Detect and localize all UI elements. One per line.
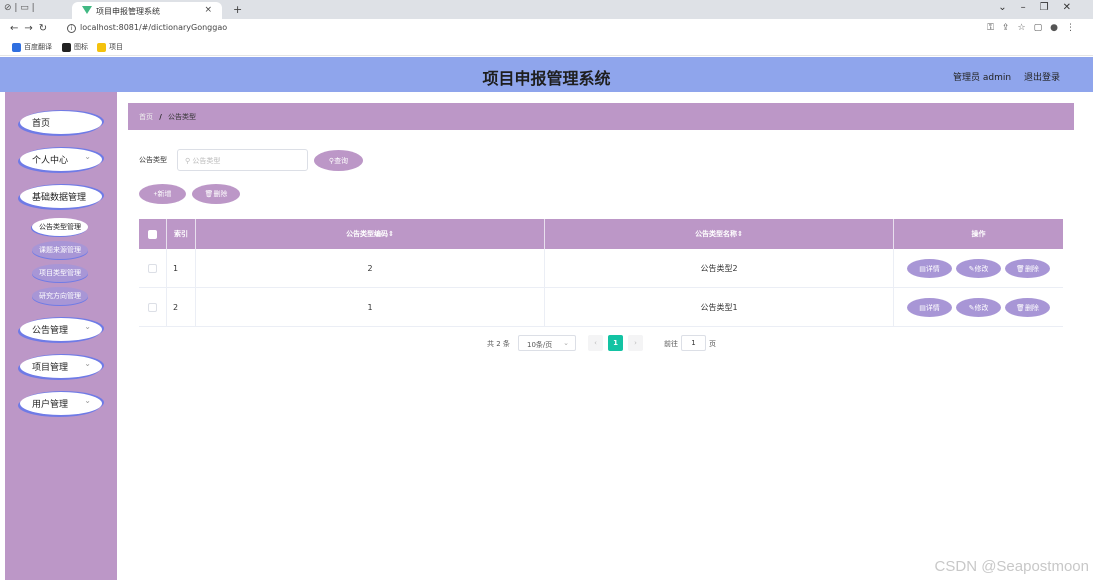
search-button[interactable]: ⚲ 查询	[314, 150, 363, 171]
sidebar-subitem-notice-type[interactable]: 公告类型管理	[32, 218, 88, 236]
row-select-cell	[139, 288, 167, 327]
row-checkbox[interactable]	[148, 303, 157, 312]
page-number-current[interactable]: 1	[608, 335, 623, 351]
next-page-button[interactable]: ›	[628, 335, 643, 351]
address-bar: ←→↻ i localhost:8081/#/dictionaryGonggao …	[0, 19, 1093, 39]
sidebar-item-home[interactable]: 首页	[20, 111, 102, 134]
sidebar-item-user[interactable]: 用户管理 ⌄	[20, 392, 102, 415]
app-title: 项目申报管理系统	[482, 69, 611, 88]
table-header: 索引 公告类型编码 ⇕ 公告类型名称 ⇕ 操作	[139, 219, 1063, 249]
window-controls[interactable]: ⌄–❐✕	[998, 2, 1085, 13]
watermark: CSDN @Seapostmoon	[934, 558, 1089, 575]
pagination: 共 2 条 10条/页 ⌄ ‹ 1 › 前往 1 页	[0, 335, 1093, 351]
bookmark-baidu-translate[interactable]: 百度翻译	[12, 42, 52, 52]
bookmark-folder-project[interactable]: 项目	[97, 42, 123, 52]
prev-page-button[interactable]: ‹	[588, 335, 603, 351]
table-row: 2 1 公告类型1 ▤ 详情 ✎ 修改 🗑 删除	[139, 288, 1063, 327]
select-all-cell	[139, 219, 167, 249]
detail-icon: ▤	[919, 265, 926, 273]
ops-cell: ▤ 详情 ✎ 修改 🗑 删除	[894, 288, 1063, 327]
batch-delete-button[interactable]: 🗑 删除	[192, 184, 240, 204]
code-cell: 2	[196, 249, 545, 288]
detail-button[interactable]: ▤ 详情	[907, 298, 952, 317]
goto-page-input[interactable]: 1	[681, 335, 706, 351]
site-info-icon[interactable]: i	[67, 24, 76, 33]
search-input[interactable]: ⚲ 公告类型	[177, 149, 308, 171]
column-header-name[interactable]: 公告类型名称 ⇕	[545, 219, 894, 249]
row-checkbox[interactable]	[148, 264, 157, 273]
column-header-code[interactable]: 公告类型编码 ⇕	[196, 219, 545, 249]
tab-search-icon[interactable]: ⊘ | ▭ |	[4, 3, 35, 13]
browser-tab[interactable]: 项目申报管理系统 ×	[72, 2, 222, 19]
browser-tab-bar: ⊘ | ▭ | 项目申报管理系统 × + ⌄–❐✕	[0, 0, 1093, 19]
sort-icon: ⇕	[388, 230, 394, 238]
navigation-buttons[interactable]: ←→↻	[10, 23, 53, 34]
chevron-down-icon: ⌄	[84, 396, 91, 405]
name-cell: 公告类型2	[545, 249, 894, 288]
translate-icon	[12, 42, 21, 52]
pagination-total: 共 2 条	[487, 340, 510, 348]
add-button[interactable]: + 新增	[139, 184, 186, 204]
user-info: 管理员 admin 退出登录	[953, 70, 1060, 83]
sidebar-subitem-project-type[interactable]: 项目类型管理	[32, 264, 88, 282]
app-header: 项目申报管理系统 管理员 admin 退出登录	[0, 57, 1093, 92]
bookmark-icons[interactable]: 图标	[62, 42, 88, 52]
admin-label: 管理员 admin	[953, 73, 1012, 83]
select-all-checkbox[interactable]	[148, 229, 157, 239]
column-header-ops: 操作	[971, 230, 986, 238]
table-row: 1 2 公告类型2 ▤ 详情 ✎ 修改 🗑 删除	[139, 249, 1063, 288]
edit-button[interactable]: ✎ 修改	[956, 298, 1001, 317]
trash-icon: 🗑	[1016, 304, 1025, 312]
new-tab-button[interactable]: +	[233, 3, 242, 16]
trash-icon: 🗑	[204, 191, 214, 198]
breadcrumb-current: 公告类型	[168, 113, 197, 121]
row-select-cell	[139, 249, 167, 288]
sidebar-item-base-data[interactable]: 基础数据管理	[20, 185, 102, 208]
search-label: 公告类型	[139, 156, 167, 164]
code-cell: 1	[196, 288, 545, 327]
chevron-down-icon: ⌄	[84, 152, 91, 161]
chevron-down-icon: ⌄	[84, 359, 91, 368]
sidebar-item-personal-center[interactable]: 个人中心 ⌄	[20, 148, 102, 171]
goto-label: 前往	[664, 340, 678, 348]
vue-logo-icon	[82, 6, 92, 14]
sort-icon: ⇕	[737, 230, 743, 238]
sidebar-subitem-research-direction[interactable]: 研究方向管理	[32, 287, 88, 305]
tab-close-icon[interactable]: ×	[204, 5, 212, 15]
column-header-index: 索引	[167, 219, 196, 249]
search-placeholder: 公告类型	[192, 157, 221, 165]
page-size-select[interactable]: 10条/页 ⌄	[518, 335, 576, 351]
name-cell: 公告类型1	[545, 288, 894, 327]
browser-tab-title: 项目申报管理系统	[96, 7, 160, 16]
sidebar-item-project[interactable]: 项目管理 ⌄	[20, 355, 102, 378]
breadcrumb-separator: /	[159, 113, 162, 121]
delete-button[interactable]: 🗑 删除	[1005, 259, 1050, 278]
detail-button[interactable]: ▤ 详情	[907, 259, 952, 278]
url-field[interactable]: i localhost:8081/#/dictionaryGonggao	[67, 23, 227, 33]
ops-cell: ▤ 详情 ✎ 修改 🗑 删除	[894, 249, 1063, 288]
chevron-down-icon: ⌄	[84, 322, 91, 331]
breadcrumb: 首页 / 公告类型	[128, 103, 1074, 130]
chevron-down-icon: ⌄	[563, 339, 569, 347]
index-cell: 2	[167, 288, 196, 327]
bookmark-icon	[62, 42, 71, 52]
detail-icon: ▤	[919, 304, 926, 312]
edit-button[interactable]: ✎ 修改	[956, 259, 1001, 278]
breadcrumb-home[interactable]: 首页	[139, 113, 153, 121]
index-cell: 1	[167, 249, 196, 288]
folder-icon	[97, 42, 106, 52]
browser-toolbar-icons[interactable]: ⚿⇪☆▢●⋮	[987, 23, 1083, 33]
page-unit-label: 页	[709, 340, 716, 348]
trash-icon: 🗑	[1016, 265, 1025, 273]
sidebar-subitem-topic-source[interactable]: 课题来源管理	[32, 241, 88, 259]
logout-link[interactable]: 退出登录	[1024, 73, 1060, 83]
bookmarks-bar: 百度翻译 图标 项目	[0, 39, 1093, 56]
delete-button[interactable]: 🗑 删除	[1005, 298, 1050, 317]
